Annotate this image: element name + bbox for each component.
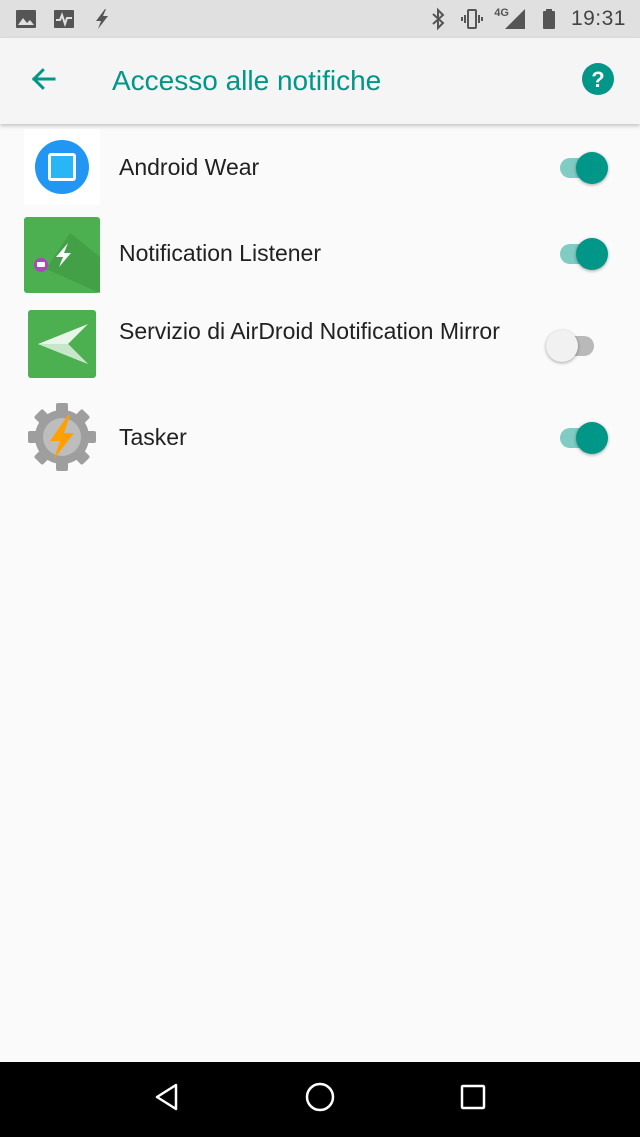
- toggle-airdroid[interactable]: [546, 327, 602, 363]
- toggle-thumb: [576, 152, 608, 184]
- toggle-tasker[interactable]: [556, 419, 612, 455]
- android-wear-icon: [24, 129, 100, 205]
- battery-icon: [537, 7, 561, 31]
- list-item-airdroid[interactable]: Servizio di AirDroid Notification Mirror: [0, 296, 640, 394]
- svg-text:?: ?: [591, 67, 604, 92]
- notification-listener-icon: [24, 217, 100, 293]
- recents-square-icon: [459, 1083, 487, 1116]
- app-name: Android Wear: [119, 154, 260, 180]
- back-triangle-icon: [152, 1082, 182, 1117]
- bluetooth-icon: [426, 7, 450, 31]
- nav-back-button[interactable]: [135, 1068, 199, 1132]
- app-bar: Accesso alle notifiche ?: [0, 38, 640, 124]
- pulse-icon: [52, 7, 76, 31]
- navigation-bar: [0, 1062, 640, 1137]
- arrow-left-icon: [29, 64, 59, 99]
- list-item-notification-listener[interactable]: Notification Listener: [0, 210, 640, 296]
- flash-icon: [90, 7, 114, 31]
- airdroid-icon: [24, 306, 100, 382]
- toggle-thumb: [546, 330, 578, 362]
- list-item-android-wear[interactable]: Android Wear: [0, 124, 640, 210]
- home-circle-icon: [304, 1081, 336, 1118]
- list-item-tasker[interactable]: Tasker: [0, 394, 640, 484]
- nav-recents-button[interactable]: [441, 1068, 505, 1132]
- network-signal: 4G: [494, 7, 527, 31]
- app-name: Servizio di AirDroid Notification Mirror: [119, 318, 500, 344]
- status-left-icons: [14, 7, 114, 31]
- back-button[interactable]: [12, 49, 76, 113]
- page-title: Accesso alle notifiche: [112, 65, 382, 96]
- help-button[interactable]: ?: [574, 57, 622, 105]
- app-name: Tasker: [119, 424, 187, 450]
- status-right-icons: 4G 19:31: [426, 7, 626, 31]
- signal-icon: [503, 7, 527, 31]
- help-icon: ?: [580, 61, 616, 102]
- tasker-icon: [24, 399, 100, 475]
- status-time: 19:31: [570, 7, 626, 30]
- vibrate-icon: [460, 7, 484, 31]
- notification-access-list: Android Wear Notification Listener Servi…: [0, 124, 640, 484]
- toggle-android-wear[interactable]: [556, 149, 612, 185]
- toggle-thumb: [576, 422, 608, 454]
- app-name: Notification Listener: [119, 240, 321, 266]
- image-icon: [14, 7, 38, 31]
- status-bar: 4G 19:31: [0, 0, 640, 38]
- toggle-notification-listener[interactable]: [556, 235, 612, 271]
- nav-home-button[interactable]: [288, 1068, 352, 1132]
- toggle-thumb: [576, 238, 608, 270]
